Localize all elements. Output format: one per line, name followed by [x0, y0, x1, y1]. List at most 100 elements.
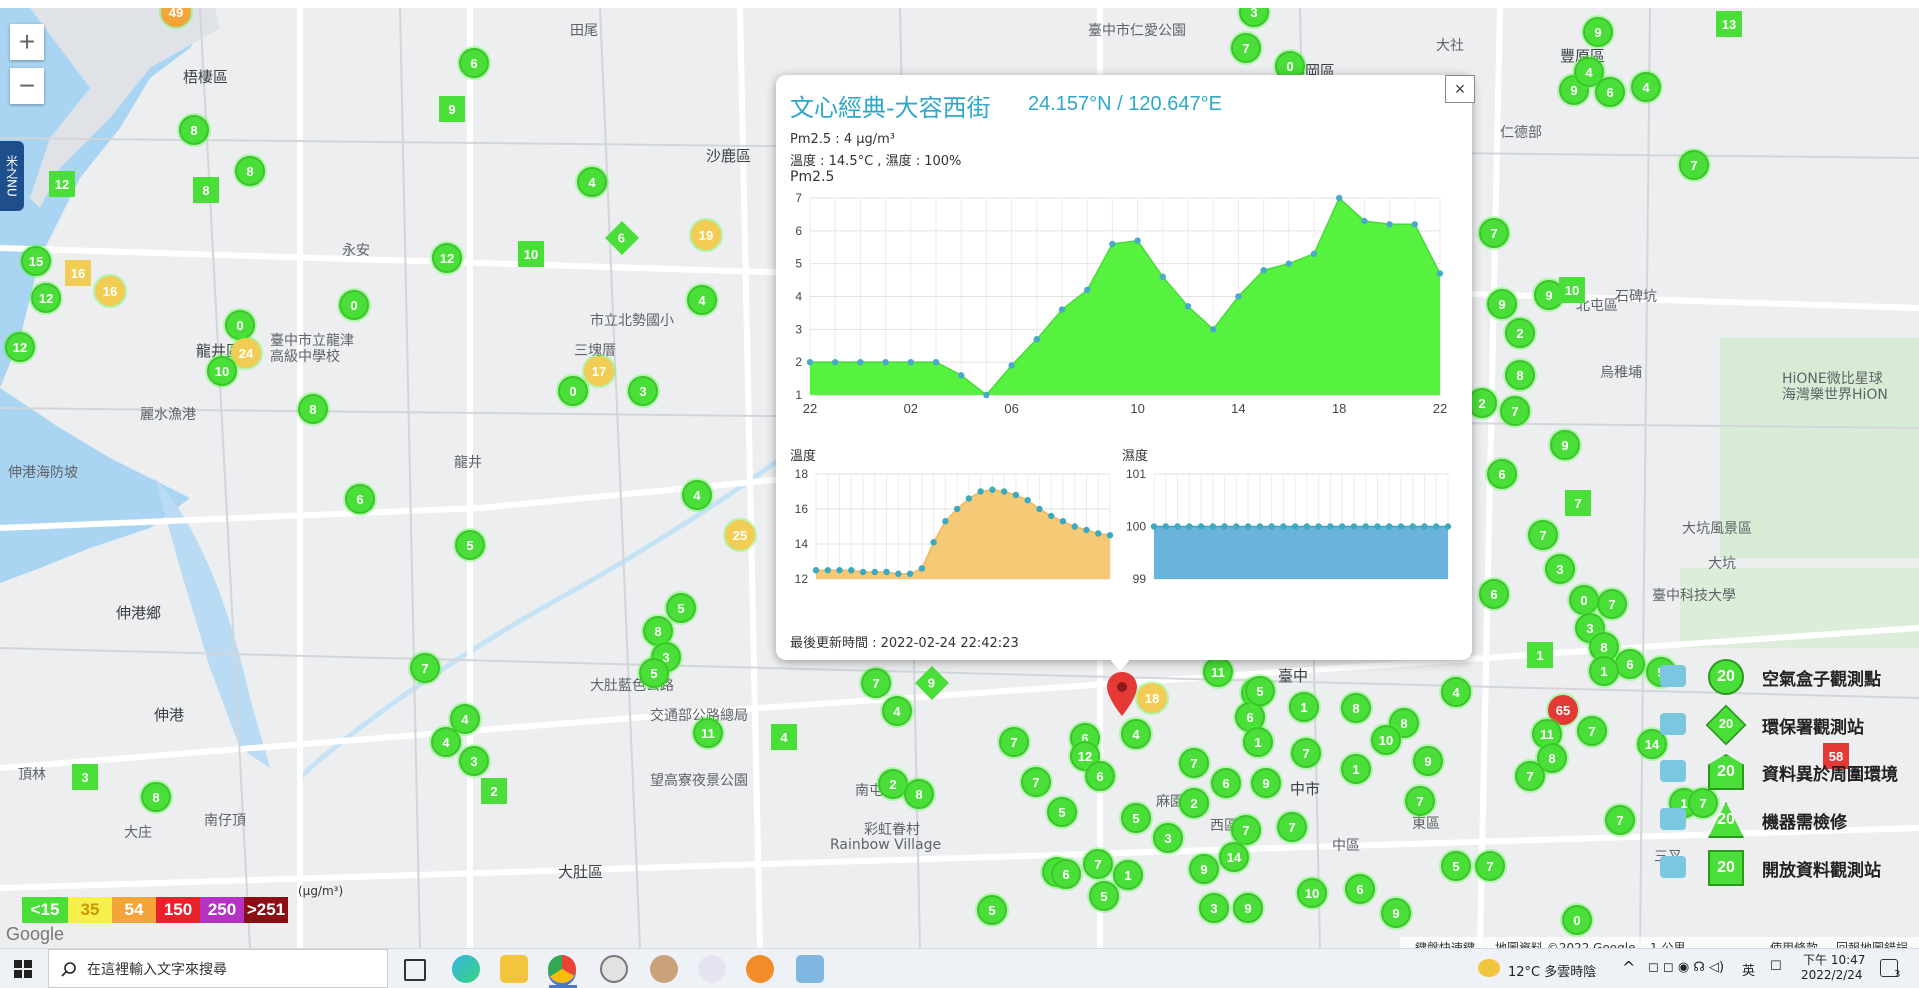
- zoom-in-button[interactable]: +: [10, 24, 44, 60]
- location-pin-icon[interactable]: [1107, 672, 1137, 716]
- airbox-station-marker[interactable]: 6: [1615, 649, 1645, 679]
- open-data-station-marker[interactable]: 4: [771, 724, 797, 750]
- airbox-station-marker[interactable]: 25: [725, 520, 755, 550]
- airbox-station-marker[interactable]: 5: [455, 530, 485, 560]
- ime-indicator[interactable]: 英: [1742, 960, 1755, 979]
- airbox-station-marker[interactable]: 5: [977, 895, 1007, 925]
- airbox-station-marker[interactable]: 4: [1441, 677, 1471, 707]
- chrome-browser-icon[interactable]: [548, 955, 576, 983]
- airbox-station-marker[interactable]: 7: [1679, 150, 1709, 180]
- airbox-station-marker[interactable]: 7: [1231, 33, 1261, 63]
- airbox-station-marker[interactable]: 9: [1413, 746, 1443, 776]
- airbox-station-marker[interactable]: 8: [1505, 360, 1535, 390]
- airbox-station-marker[interactable]: 14: [1219, 842, 1249, 872]
- airbox-station-marker[interactable]: 6: [1051, 859, 1081, 889]
- airbox-station-marker[interactable]: 5: [1121, 803, 1151, 833]
- airbox-station-marker[interactable]: 7: [1231, 815, 1261, 845]
- airbox-station-marker[interactable]: 7: [861, 668, 891, 698]
- taskbar-time[interactable]: 下午 10:47: [1803, 951, 1865, 968]
- airbox-station-marker[interactable]: 11: [1203, 657, 1233, 687]
- app-icon-2[interactable]: [650, 955, 678, 983]
- airbox-station-marker[interactable]: 3: [1153, 823, 1183, 853]
- keyboard-shortcuts-link[interactable]: 鍵盤快速鍵: [1415, 939, 1475, 948]
- terms-link[interactable]: 使用條款: [1770, 939, 1818, 948]
- airbox-station-marker[interactable]: 19: [691, 220, 721, 250]
- file-explorer-icon[interactable]: [500, 955, 528, 983]
- tray-chevron-icon[interactable]: ^: [1622, 958, 1635, 977]
- airbox-station-marker[interactable]: 5: [666, 593, 696, 623]
- airbox-station-marker[interactable]: 7: [1405, 786, 1435, 816]
- airbox-station-marker[interactable]: 17: [584, 356, 614, 386]
- airbox-station-marker[interactable]: 7: [1479, 218, 1509, 248]
- airbox-station-marker[interactable]: 0: [225, 310, 255, 340]
- ime-mode-icon[interactable]: ☐: [1770, 959, 1782, 974]
- airbox-station-marker[interactable]: 10: [1371, 725, 1401, 755]
- airbox-station-marker[interactable]: 7: [1500, 396, 1530, 426]
- airbox-station-marker[interactable]: 7: [999, 727, 1029, 757]
- airbox-station-marker[interactable]: 10: [1297, 878, 1327, 908]
- airbox-station-marker[interactable]: 0: [1569, 585, 1599, 615]
- airbox-station-marker[interactable]: 1: [1289, 692, 1319, 722]
- airbox-station-marker[interactable]: 9: [1583, 17, 1613, 47]
- airbox-station-marker[interactable]: 10: [207, 356, 237, 386]
- side-panel-tab[interactable]: 米之NU: [0, 141, 24, 211]
- app-icon-4[interactable]: [796, 955, 824, 983]
- open-data-station-marker[interactable]: 9: [439, 96, 465, 122]
- weather-icon[interactable]: [1478, 959, 1500, 977]
- airbox-station-marker[interactable]: 11: [693, 718, 723, 748]
- airbox-station-marker[interactable]: 8: [179, 115, 209, 145]
- open-data-station-marker[interactable]: 8: [193, 177, 219, 203]
- app-icon-3[interactable]: [698, 955, 726, 983]
- airbox-station-marker[interactable]: 1: [1589, 656, 1619, 686]
- airbox-station-marker[interactable]: 3: [628, 376, 658, 406]
- airbox-station-marker[interactable]: 6: [1211, 768, 1241, 798]
- airbox-station-marker[interactable]: 8: [904, 779, 934, 809]
- airbox-station-marker[interactable]: 5: [1245, 676, 1275, 706]
- airbox-station-marker[interactable]: 4: [682, 480, 712, 510]
- airbox-station-marker[interactable]: 9: [1381, 898, 1411, 928]
- airbox-station-marker[interactable]: 9: [1189, 854, 1219, 884]
- airbox-station-marker[interactable]: 6: [1085, 761, 1115, 791]
- airbox-station-marker[interactable]: 7: [1528, 520, 1558, 550]
- airbox-station-marker[interactable]: 7: [1577, 716, 1607, 746]
- airbox-station-marker[interactable]: 2: [1505, 318, 1535, 348]
- airbox-station-marker[interactable]: 9: [1487, 289, 1517, 319]
- open-data-station-marker[interactable]: 12: [49, 171, 75, 197]
- airbox-station-marker[interactable]: 4: [431, 727, 461, 757]
- windows-start-icon[interactable]: [14, 960, 32, 978]
- airbox-station-marker[interactable]: 7: [410, 653, 440, 683]
- airbox-station-marker[interactable]: 5: [1441, 851, 1471, 881]
- airbox-station-marker[interactable]: 7: [1083, 849, 1113, 879]
- airbox-station-marker[interactable]: 4: [577, 167, 607, 197]
- airbox-station-marker[interactable]: 6: [459, 48, 489, 78]
- open-data-station-marker[interactable]: 7: [1565, 490, 1591, 516]
- airbox-station-marker[interactable]: 1: [1341, 754, 1371, 784]
- airbox-station-marker[interactable]: 6: [1595, 77, 1625, 107]
- popup-close-button[interactable]: ×: [1445, 75, 1475, 103]
- airbox-station-marker[interactable]: 9: [1251, 768, 1281, 798]
- airbox-station-marker[interactable]: 6: [1479, 579, 1509, 609]
- airbox-station-marker[interactable]: 3: [1199, 893, 1229, 923]
- task-view-icon[interactable]: [404, 959, 426, 981]
- open-data-station-marker[interactable]: 10: [1559, 277, 1585, 303]
- airbox-station-marker[interactable]: 5: [639, 658, 669, 688]
- app-icon-1[interactable]: [600, 955, 628, 983]
- airbox-station-marker[interactable]: 12: [432, 243, 462, 273]
- airbox-station-marker[interactable]: 7: [1021, 767, 1051, 797]
- open-data-station-marker[interactable]: 2: [481, 778, 507, 804]
- edge-browser-icon[interactable]: [452, 955, 480, 983]
- airbox-station-marker[interactable]: 6: [1487, 459, 1517, 489]
- airbox-station-marker[interactable]: 9: [1233, 893, 1263, 923]
- airbox-station-marker[interactable]: 7: [1515, 761, 1545, 791]
- airbox-station-marker[interactable]: 4: [687, 285, 717, 315]
- airbox-station-marker[interactable]: 4: [1631, 72, 1661, 102]
- airbox-station-marker[interactable]: 12: [31, 283, 61, 313]
- airbox-station-marker[interactable]: 5: [1047, 797, 1077, 827]
- tray-icons[interactable]: ◻ ◻ ◉ ☊ ◁): [1648, 960, 1724, 975]
- open-data-station-marker[interactable]: 10: [518, 241, 544, 267]
- open-data-station-marker[interactable]: 3: [72, 764, 98, 790]
- airbox-station-marker[interactable]: 3: [459, 746, 489, 776]
- weather-text[interactable]: 12°C 多雲時陰: [1508, 961, 1596, 980]
- open-data-station-marker[interactable]: 16: [65, 260, 91, 286]
- airbox-station-marker[interactable]: 16: [95, 276, 125, 306]
